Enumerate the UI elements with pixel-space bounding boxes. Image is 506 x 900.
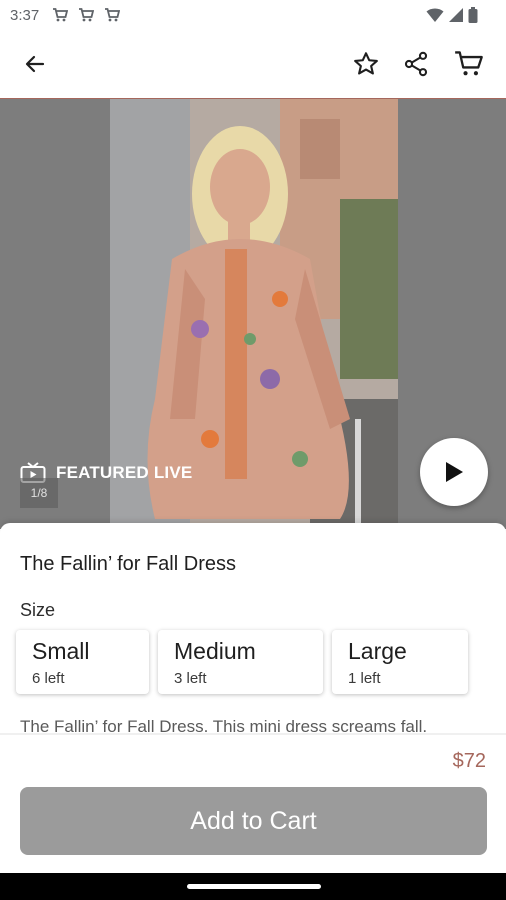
size-option-large[interactable]: Large 1 left [332, 630, 468, 694]
favorite-button[interactable] [348, 46, 384, 82]
cart-icon [105, 8, 120, 22]
product-image-carousel[interactable]: FEATURED LIVE 1/8 [0, 99, 506, 529]
cart-button[interactable] [451, 46, 487, 82]
back-button[interactable] [17, 46, 53, 82]
add-to-cart-button[interactable]: Add to Cart [20, 787, 487, 855]
size-stock: 6 left [32, 670, 65, 687]
size-option-medium[interactable]: Medium 3 left [158, 630, 323, 694]
product-price: $72 [452, 750, 486, 772]
star-icon [354, 52, 378, 75]
signal-icon [449, 8, 463, 22]
size-label: Size [20, 600, 56, 620]
image-counter: 1/8 [20, 478, 58, 508]
wifi-icon [426, 8, 444, 22]
cart-icon [79, 8, 94, 22]
size-name: Small [32, 638, 90, 664]
play-video-button[interactable] [420, 438, 488, 506]
featured-live-label: FEATURED LIVE [56, 463, 193, 482]
system-navigation-bar [0, 873, 506, 900]
product-title: The Fallin’ for Fall Dress [20, 553, 236, 575]
status-time: 3:37 [10, 7, 40, 24]
play-icon [446, 462, 463, 482]
product-details-sheet: The Fallin’ for Fall Dress Size Small 6 … [0, 523, 506, 873]
top-app-bar [0, 32, 506, 99]
size-name: Large [348, 638, 407, 664]
cart-icon [53, 8, 68, 22]
share-button[interactable] [398, 46, 434, 82]
divider [0, 733, 506, 735]
arrow-left-icon [25, 55, 45, 73]
size-stock: 3 left [174, 670, 207, 687]
size-name: Medium [174, 638, 256, 664]
home-gesture-handle[interactable] [187, 884, 321, 889]
size-stock: 1 left [348, 670, 381, 687]
share-icon [404, 51, 428, 77]
battery-icon [468, 7, 478, 23]
status-bar: 3:37 [0, 0, 506, 32]
status-icons [426, 7, 478, 23]
size-option-small[interactable]: Small 6 left [16, 630, 149, 694]
cart-icon [455, 51, 483, 76]
